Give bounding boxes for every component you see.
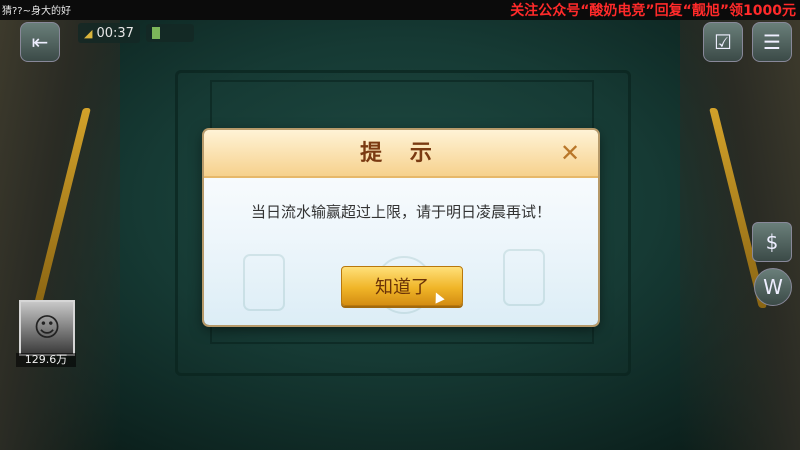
money-icon: $ (765, 230, 779, 254)
close-button[interactable]: ✕ (556, 139, 584, 167)
check-button[interactable]: ☑ (703, 22, 743, 62)
notice-dialog: 提 示 ✕ 当日流水输赢超过上限，请于明日凌晨再试！ 知道了 (204, 130, 598, 325)
money-button[interactable]: $ (752, 222, 792, 262)
promo-banner: 关注公众号“酸奶电竞”回复“靓旭”领1000元 (510, 3, 796, 19)
exit-button[interactable]: ⇤ (20, 22, 60, 62)
game-table: 猜??~身大的好 关注公众号“酸奶电竞”回复“靓旭”领1000元 ⇤ ◢ 00:… (0, 0, 800, 450)
avatar-score: 129.6万 (16, 353, 76, 367)
calendar-check-icon: ☑ (714, 30, 732, 54)
avatar[interactable]: ☺ (19, 300, 75, 356)
lightbulb-icon: W (763, 275, 783, 299)
ok-button[interactable]: 知道了 (341, 266, 463, 306)
avatar-face-icon: ☺ (33, 313, 61, 343)
table-edge-left (0, 20, 120, 450)
hint-button[interactable]: W (754, 268, 792, 306)
close-icon: ✕ (559, 139, 581, 167)
dialog-title: 提 示 (360, 140, 442, 166)
battery-indicator (146, 24, 194, 42)
wifi-icon: ◢ (84, 26, 93, 40)
menu-button[interactable]: ☰ (752, 22, 792, 62)
timer-text: 00:37 (96, 25, 134, 41)
battery-icon (152, 27, 160, 39)
exit-icon: ⇤ (31, 30, 49, 54)
dialog-message: 当日流水输赢超过上限，请于明日凌晨再试！ (250, 203, 551, 221)
top-bar: 猜??~身大的好 关注公众号“酸奶电竞”回复“靓旭”领1000元 (0, 0, 800, 20)
menu-list-icon: ☰ (763, 30, 781, 54)
timer: ◢ 00:37 (78, 23, 140, 43)
corner-text: 猜??~身大的好 (2, 6, 71, 17)
